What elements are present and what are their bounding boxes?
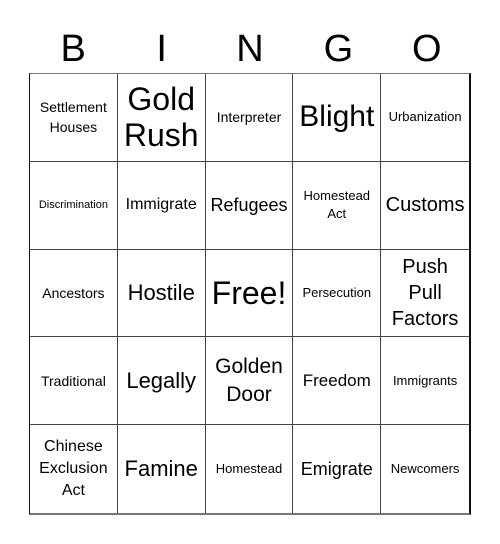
bingo-cell[interactable]: Emigrate [293,425,382,513]
bingo-cell[interactable]: Immigrate [117,161,206,250]
bingo-cell[interactable]: Newcomers [381,425,469,513]
bingo-cell[interactable]: Persecution [293,249,382,338]
bingo-header: B I N G O [29,26,471,72]
bingo-cell[interactable]: Hostile [117,249,206,338]
bingo-cell[interactable]: Immigrants [381,337,469,426]
bingo-cell[interactable]: Legally [117,337,206,426]
bingo-cell[interactable]: Gold Rush [117,74,206,162]
header-letter-g: G [323,28,354,70]
bingo-cell[interactable]: Ancestors [30,249,118,338]
bingo-cell[interactable]: Golden Door [205,337,294,426]
bingo-cell[interactable]: Traditional [30,337,118,426]
bingo-cell[interactable]: Settlement Houses [30,74,118,162]
bingo-cell[interactable]: Discrimination [30,161,118,250]
bingo-cell[interactable]: Famine [118,425,206,513]
bingo-cell[interactable]: Customs [381,162,469,250]
bingo-cell[interactable]: Homestead [206,425,294,513]
header-letter-o: O [412,28,442,70]
bingo-cell[interactable]: Chinese Exclusion Act [30,425,118,513]
free-space-cell[interactable]: Free! [205,249,294,338]
bingo-cell[interactable]: Urbanization [381,74,469,162]
bingo-cell[interactable]: Homestead Act [293,161,382,250]
bingo-cell[interactable]: Blight [293,74,382,162]
header-letter-n: N [236,28,264,70]
header-letter-i: I [156,28,167,70]
bingo-cell[interactable]: Refugees [205,161,294,250]
bingo-cell[interactable]: Push Pull Factors [381,250,469,338]
bingo-cell[interactable]: Interpreter [205,74,294,162]
bingo-grid: Settlement Houses Gold Rush Interpreter … [29,73,471,515]
header-letter-b: B [60,28,86,70]
bingo-cell[interactable]: Freedom [293,337,382,426]
